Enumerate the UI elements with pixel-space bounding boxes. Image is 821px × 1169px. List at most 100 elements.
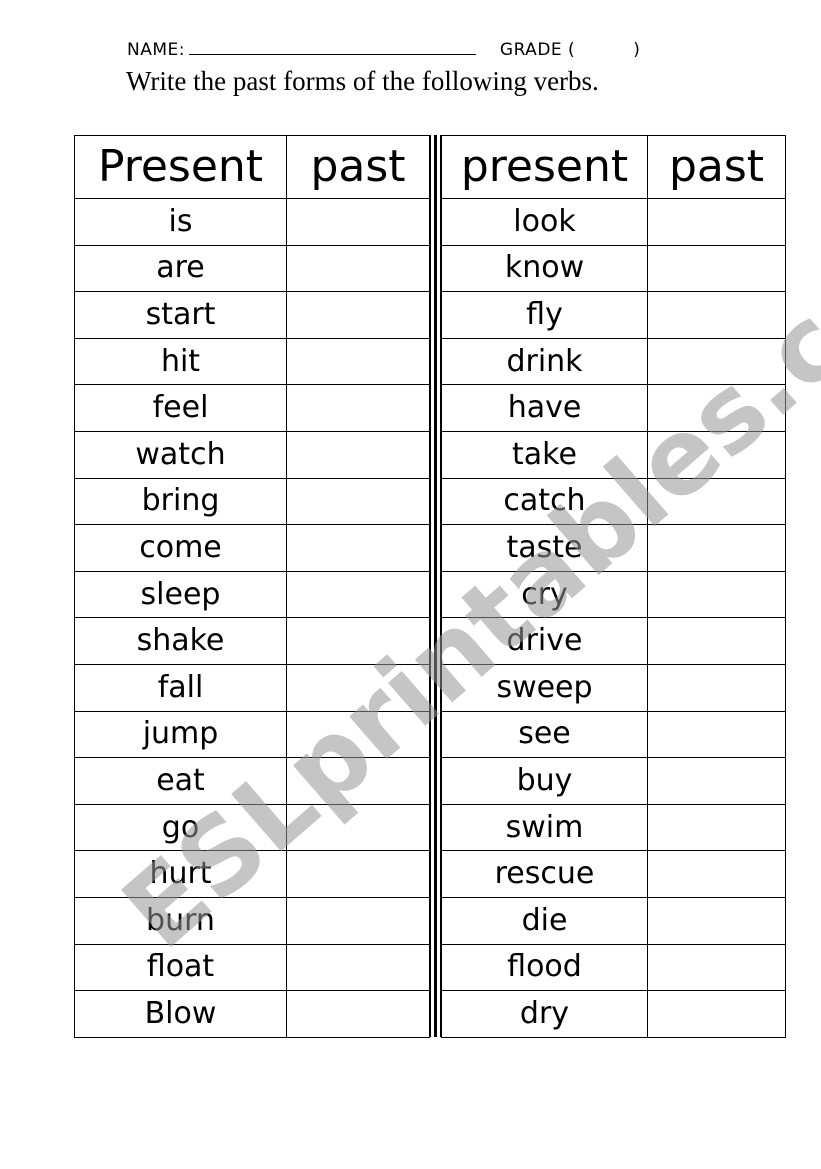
present-verb-cell: jump <box>74 710 287 759</box>
past-answer-cell[interactable] <box>647 850 786 898</box>
table-row: take <box>441 430 786 479</box>
past-answer-cell[interactable] <box>286 990 430 1038</box>
present-verb-cell: die <box>441 896 648 945</box>
table-row: dry <box>441 990 786 1038</box>
table-header-row: Present past <box>74 135 430 199</box>
table-row: burn <box>74 896 430 945</box>
past-answer-cell[interactable] <box>286 896 430 945</box>
past-answer-cell[interactable] <box>286 850 430 898</box>
present-verb-cell: taste <box>441 524 648 572</box>
present-verb-cell: flood <box>441 943 648 992</box>
past-answer-cell[interactable] <box>286 384 430 432</box>
table-row: float <box>74 943 430 992</box>
column-header-present: present <box>441 135 648 199</box>
table-row: look <box>441 198 786 246</box>
present-verb-cell: bring <box>74 477 287 526</box>
present-verb-cell: swim <box>441 803 648 852</box>
table-row: know <box>441 244 786 293</box>
table-row: see <box>441 710 786 759</box>
past-answer-cell[interactable] <box>286 198 430 246</box>
table-row: have <box>441 384 786 432</box>
past-answer-cell[interactable] <box>647 896 786 945</box>
past-answer-cell[interactable] <box>647 943 786 992</box>
column-header-past: past <box>647 135 786 199</box>
present-verb-cell: hurt <box>74 850 287 898</box>
past-answer-cell[interactable] <box>286 570 430 619</box>
present-verb-cell: burn <box>74 896 287 945</box>
table-row: drink <box>441 337 786 386</box>
past-answer-cell[interactable] <box>286 710 430 759</box>
past-answer-cell[interactable] <box>647 990 786 1038</box>
past-answer-cell[interactable] <box>647 524 786 572</box>
present-verb-cell: cry <box>441 570 648 619</box>
table-row: go <box>74 803 430 852</box>
table-row: buy <box>441 757 786 805</box>
table-row: drive <box>441 617 786 665</box>
present-verb-cell: buy <box>441 757 648 805</box>
past-answer-cell[interactable] <box>286 477 430 526</box>
past-answer-cell[interactable] <box>286 337 430 386</box>
present-verb-cell: see <box>441 710 648 759</box>
table-header-row: present past <box>441 135 786 199</box>
present-verb-cell: know <box>441 244 648 293</box>
table-row: come <box>74 524 430 572</box>
table-row: jump <box>74 710 430 759</box>
table-row: eat <box>74 757 430 805</box>
past-answer-cell[interactable] <box>286 757 430 805</box>
present-verb-cell: hit <box>74 337 287 386</box>
present-verb-cell: drink <box>441 337 648 386</box>
past-answer-cell[interactable] <box>647 291 786 339</box>
name-blank[interactable] <box>188 40 476 55</box>
past-answer-cell[interactable] <box>647 757 786 805</box>
table-row: bring <box>74 477 430 526</box>
past-answer-cell[interactable] <box>647 617 786 665</box>
past-answer-cell[interactable] <box>286 291 430 339</box>
table-row: sleep <box>74 570 430 619</box>
table-row: rescue <box>441 850 786 898</box>
table-row: swim <box>441 803 786 852</box>
table-row: fall <box>74 663 430 712</box>
table-row: flood <box>441 943 786 992</box>
table-row: fly <box>441 291 786 339</box>
present-verb-cell: drive <box>441 617 648 665</box>
present-verb-cell: sleep <box>74 570 287 619</box>
present-verb-cell: catch <box>441 477 648 526</box>
past-answer-cell[interactable] <box>647 477 786 526</box>
present-verb-cell: go <box>74 803 287 852</box>
past-answer-cell[interactable] <box>286 244 430 293</box>
table-row: Blow <box>74 990 430 1038</box>
past-answer-cell[interactable] <box>647 430 786 479</box>
present-verb-cell: feel <box>74 384 287 432</box>
past-answer-cell[interactable] <box>286 803 430 852</box>
past-answer-cell[interactable] <box>647 337 786 386</box>
name-label: NAME: <box>127 40 185 60</box>
past-answer-cell[interactable] <box>647 384 786 432</box>
present-verb-cell: eat <box>74 757 287 805</box>
past-answer-cell[interactable] <box>647 710 786 759</box>
present-verb-cell: watch <box>74 430 287 479</box>
table-row: are <box>74 244 430 293</box>
present-verb-cell: dry <box>441 990 648 1038</box>
past-answer-cell[interactable] <box>286 663 430 712</box>
past-answer-cell[interactable] <box>647 570 786 619</box>
past-answer-cell[interactable] <box>286 524 430 572</box>
past-answer-cell[interactable] <box>286 943 430 992</box>
past-answer-cell[interactable] <box>647 803 786 852</box>
past-answer-cell[interactable] <box>286 430 430 479</box>
present-verb-cell: fall <box>74 663 287 712</box>
table-row: watch <box>74 430 430 479</box>
double-divider <box>430 135 441 1037</box>
table-row: catch <box>441 477 786 526</box>
table-row: shake <box>74 617 430 665</box>
present-verb-cell: is <box>74 198 287 246</box>
table-row: taste <box>441 524 786 572</box>
past-answer-cell[interactable] <box>647 663 786 712</box>
present-verb-cell: are <box>74 244 287 293</box>
present-verb-cell: sweep <box>441 663 648 712</box>
past-answer-cell[interactable] <box>647 244 786 293</box>
past-answer-cell[interactable] <box>286 617 430 665</box>
table-row: cry <box>441 570 786 619</box>
past-answer-cell[interactable] <box>647 198 786 246</box>
name-grade-line: NAME: GRADE () <box>127 40 640 60</box>
grade-close-paren: ) <box>633 40 641 60</box>
